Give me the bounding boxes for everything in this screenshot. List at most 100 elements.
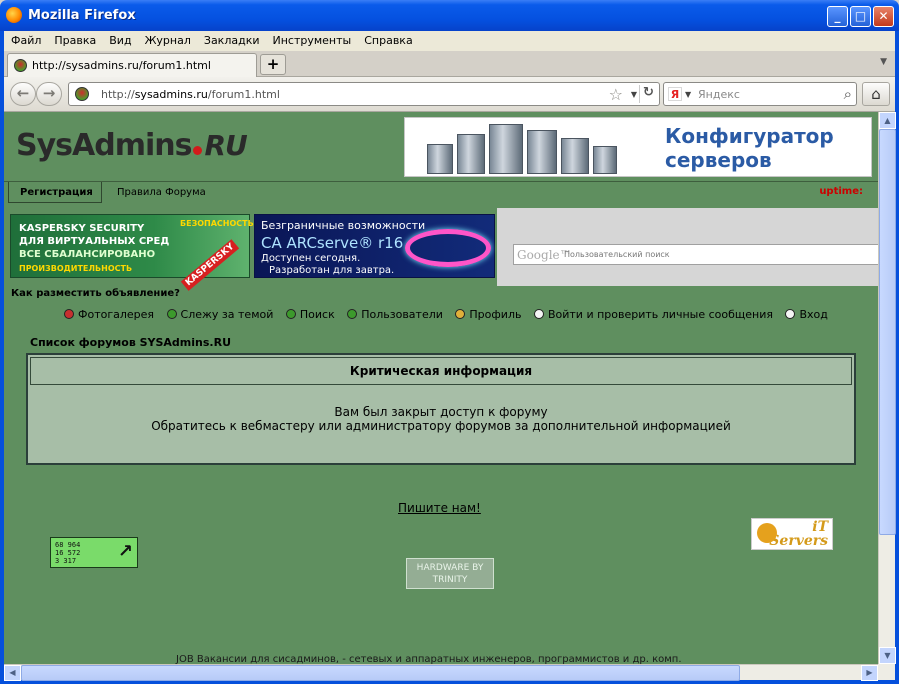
uptime-label: uptime: (819, 186, 863, 197)
hardware-line2: TRINITY (432, 575, 468, 585)
tab-label: http://sysadmins.ru/forum1.html (32, 59, 211, 72)
minimize-button[interactable]: _ (827, 6, 848, 27)
kaspersky-ad-line4: ПРОИЗВОДИТЕЛЬНОСТЬ (19, 264, 133, 273)
arrow-up-right-icon: ↗ (117, 541, 133, 562)
link-login[interactable]: Вход (785, 308, 828, 321)
ca-ad-line1: Безграничные возможности (261, 219, 426, 232)
tab-active[interactable]: http://sysadmins.ru/forum1.html (7, 53, 257, 77)
servers-icon (427, 124, 617, 174)
bookmark-star-icon[interactable]: ☆ (609, 85, 623, 104)
link-profile[interactable]: Профиль (455, 308, 521, 321)
visit-counter[interactable]: 68 964 16 572 3 317 ↗ (50, 537, 138, 568)
link-login-messages[interactable]: Войти и проверить личные сообщения (533, 308, 773, 321)
address-bar[interactable]: http://sysadmins.ru/forum1.html ☆ ▼ ↻ (68, 82, 660, 106)
critical-info-box: Критическая информация Вам был закрыт до… (26, 353, 856, 465)
ca-ad-line3: Доступен сегодня. (261, 253, 361, 264)
write-us-link[interactable]: Пишите нам! (398, 501, 481, 515)
menu-file[interactable]: Файл (4, 31, 47, 47)
home-button[interactable]: ⌂ (862, 82, 890, 106)
messages-icon (533, 309, 544, 319)
kaspersky-ad-line1: KASPERSKY SECURITY (19, 223, 145, 234)
forum-list-link[interactable]: Список форумов SYSAdmins.RU (30, 336, 231, 349)
site-logo[interactable]: SysAdmins RU (16, 128, 248, 163)
ca-ad-line4: Разработан для завтра. (269, 265, 395, 276)
server-configurator-banner[interactable]: Конфигуратор серверов (404, 117, 872, 177)
link-search[interactable]: Поиск (285, 308, 335, 321)
kaspersky-logo: KASPERSKY (180, 239, 240, 291)
maximize-button[interactable]: □ (850, 6, 871, 27)
google-search-panel: Google™ Пользовательский поиск (497, 208, 878, 286)
link-users[interactable]: Пользователи (347, 308, 443, 321)
forum-nav: Регистрация Правила Форума uptime: (4, 181, 878, 203)
menu-view[interactable]: Вид (102, 31, 137, 47)
forward-button[interactable]: → (36, 82, 62, 106)
search-engine-dropdown-icon[interactable]: ▼ (685, 90, 691, 99)
menu-tools[interactable]: Инструменты (266, 31, 358, 47)
navigation-toolbar: ← → http://sysadmins.ru/forum1.html ☆ ▼ … (4, 77, 895, 112)
hardware-line1: HARDWARE BY (416, 563, 484, 573)
kaspersky-ad-line5: БЕЗОПАСНОСТЬ (180, 219, 254, 228)
info-line-1: Вам был закрыт доступ к форуму (334, 405, 548, 419)
search-input[interactable]: Яндекс (698, 88, 740, 101)
new-tab-button[interactable]: + (260, 54, 286, 75)
vertical-scrollbar[interactable]: ▲ ▼ (878, 112, 896, 664)
banner-text: Конфигуратор серверов (665, 124, 834, 172)
critical-info-message: Вам был закрыт доступ к форуму Обратитес… (30, 405, 852, 433)
search-icon[interactable]: ⌕ (844, 85, 852, 103)
site-header: SysAdmins RU Конфигуратор серверов (4, 112, 878, 181)
radiation-icon (757, 523, 777, 543)
hardware-by-trinity-badge[interactable]: HARDWARE BY TRINITY (406, 558, 494, 589)
photogallery-icon (64, 309, 74, 319)
yandex-icon[interactable]: Я (668, 87, 682, 101)
link-photogallery[interactable]: Фотогалерея (64, 308, 154, 321)
menu-help[interactable]: Справка (357, 31, 418, 47)
kaspersky-ad-line3: ВСЕ СБАЛАНСИРОВАНО (19, 249, 156, 260)
scroll-up-icon[interactable]: ▲ (879, 112, 896, 129)
horizontal-scrollbar[interactable]: ◀ ▶ (4, 664, 878, 681)
link-watched-topics[interactable]: Слежу за темой (166, 308, 273, 321)
vertical-scroll-thumb[interactable] (879, 129, 896, 535)
users-icon (347, 309, 358, 319)
login-icon (785, 309, 796, 319)
logo-dot-icon (193, 146, 203, 155)
scroll-right-icon[interactable]: ▶ (861, 665, 878, 681)
google-search-input[interactable]: Google™ Пользовательский поиск (513, 244, 878, 265)
menu-history[interactable]: Журнал (138, 31, 197, 47)
how-to-post-ad-link[interactable]: Как разместить объявление? (11, 288, 180, 299)
back-button[interactable]: ← (10, 82, 36, 106)
site-favicon-icon (75, 87, 89, 101)
registration-link[interactable]: Регистрация (8, 182, 102, 203)
reload-icon[interactable]: ↻ (639, 85, 657, 103)
ca-ad-line2: CA ARCserve® r16 (261, 234, 404, 252)
search-icon (285, 309, 296, 319)
page-content: SysAdmins RU Конфигуратор серверов Регистр… (4, 112, 878, 664)
scroll-down-icon[interactable]: ▼ (879, 647, 896, 664)
google-search-placeholder: Пользовательский поиск (564, 250, 670, 259)
watch-icon (166, 309, 177, 319)
site-favicon-icon (14, 59, 27, 72)
ca-arcserve-ad[interactable]: Безграничные возможности CA ARCserve® r1… (254, 214, 495, 278)
it-servers-badge[interactable]: iT Servers (751, 518, 833, 550)
horizontal-scroll-thumb[interactable] (21, 665, 740, 681)
infinity-loop-icon (405, 229, 491, 267)
forum-rules-link[interactable]: Правила Форума (117, 187, 206, 198)
close-button[interactable]: ✕ (873, 6, 894, 27)
footer-text[interactable]: JOB Вакансии для сисадминов, - сетевых и… (176, 654, 682, 664)
forum-links: Фотогалерея Слежу за темой Поиск Пользов… (64, 308, 837, 326)
info-line-2: Обратитесь к вебмастеру или администрато… (151, 419, 731, 433)
title-bar: Mozilla Firefox _ □ ✕ (0, 0, 899, 32)
menu-bar: Файл Правка Вид Журнал Закладки Инструменты Сп… (4, 31, 895, 51)
search-bar[interactable]: Я ▼ Яндекс ⌕ (663, 82, 857, 106)
url-text: http://sysadmins.ru/forum1.html (101, 88, 280, 101)
tab-bar: http://sysadmins.ru/forum1.html + ▼ (4, 51, 895, 77)
kaspersky-ad-line2: ДЛЯ ВИРТУАЛЬНЫХ СРЕД (19, 236, 170, 247)
window-title: Mozilla Firefox (28, 8, 136, 23)
tab-list-icon[interactable]: ▼ (880, 57, 887, 67)
kaspersky-ad[interactable]: KASPERSKY SECURITY ДЛЯ ВИРТУАЛЬНЫХ СРЕД … (10, 214, 254, 291)
menu-bookmarks[interactable]: Закладки (197, 31, 266, 47)
url-dropdown-icon[interactable]: ▼ (631, 90, 637, 99)
profile-icon (455, 309, 466, 319)
menu-edit[interactable]: Правка (47, 31, 102, 47)
scroll-left-icon[interactable]: ◀ (4, 665, 21, 681)
firefox-icon (6, 7, 22, 23)
